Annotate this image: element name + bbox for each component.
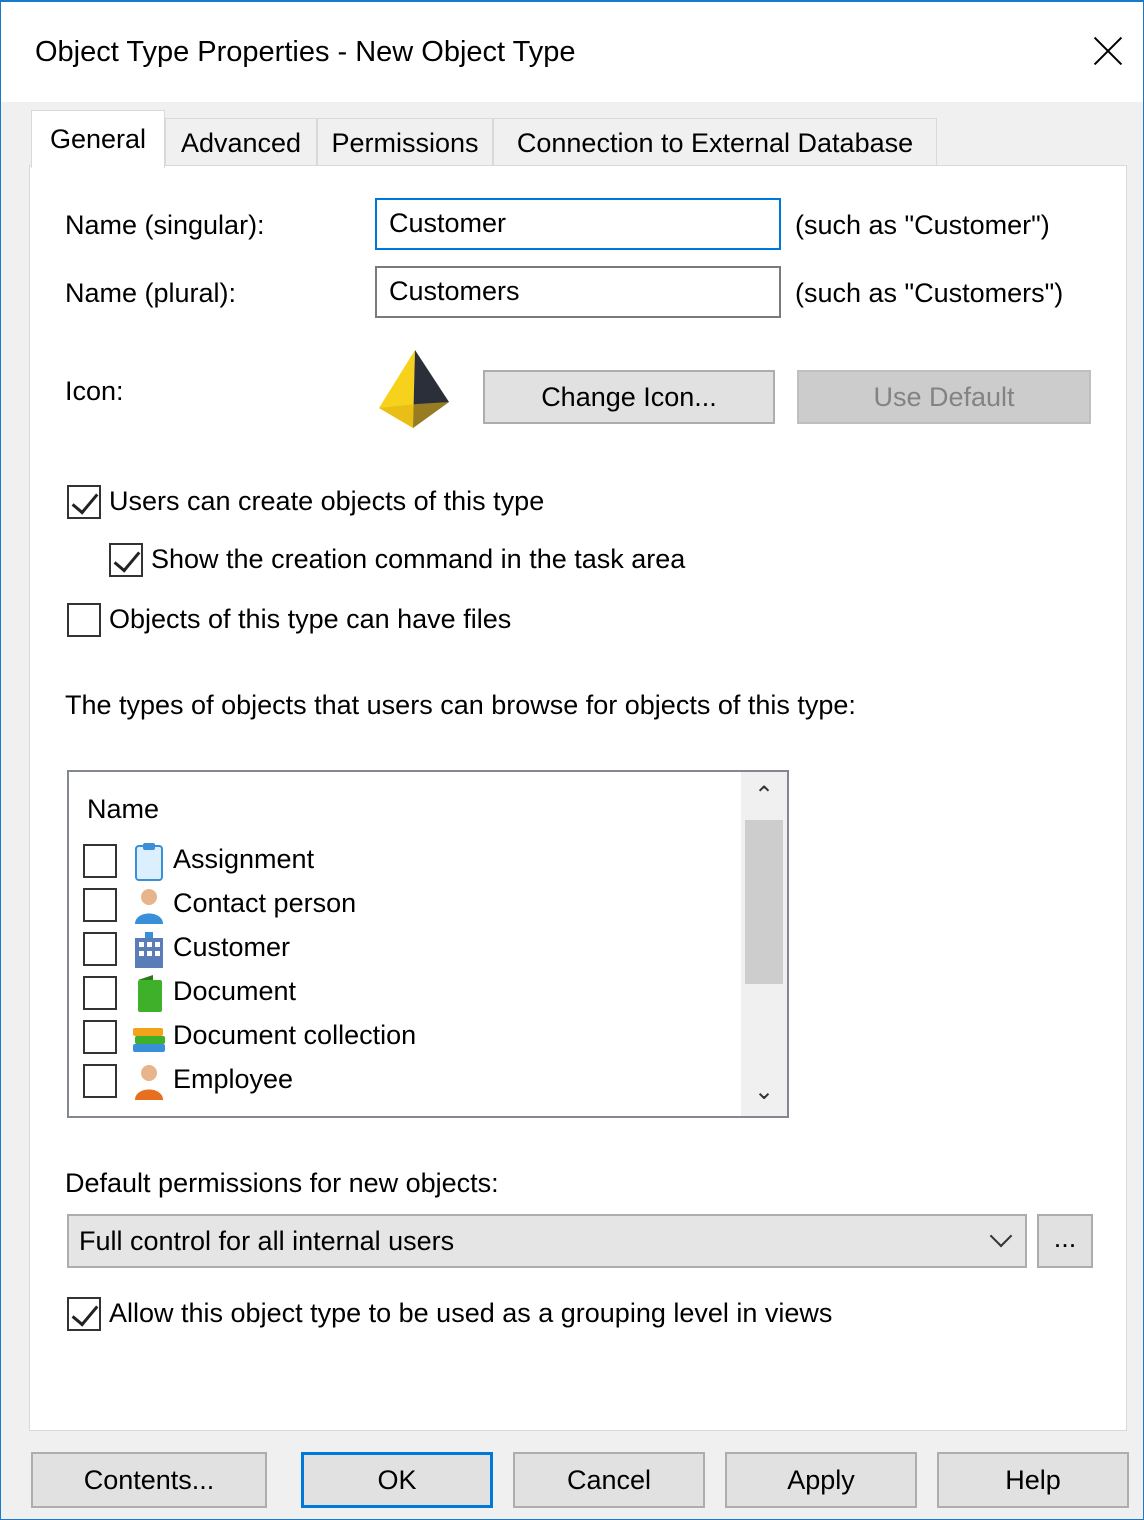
contact-person-icon [135, 889, 163, 924]
list-column-header-name[interactable]: Name [87, 794, 159, 825]
document-collection-icon [133, 1028, 165, 1052]
list-item[interactable]: Employee [83, 1060, 723, 1104]
default-permissions-value: Full control for all internal users [79, 1226, 455, 1256]
list-item-label: Document collection [173, 1020, 417, 1050]
list-item[interactable]: Document collection [83, 1016, 723, 1060]
tab-general[interactable]: General [31, 110, 165, 168]
change-icon-button[interactable]: Change Icon... [483, 370, 775, 424]
list-item-label: Contact person [173, 888, 357, 918]
show-creation-checkbox[interactable] [109, 543, 143, 577]
cancel-button[interactable]: Cancel [513, 1452, 705, 1508]
can-have-files-checkbox[interactable] [67, 603, 101, 637]
tab-permissions[interactable]: Permissions [317, 118, 493, 166]
name-plural-input[interactable]: Customers [375, 266, 781, 318]
title-bar: Object Type Properties - New Object Type [1, 2, 1143, 102]
grouping-level-label: Allow this object type to be used as a g… [109, 1298, 833, 1328]
browse-types-list[interactable]: Name Assignment Contact person Customer … [67, 770, 789, 1118]
grouping-level-checkbox[interactable] [67, 1297, 101, 1331]
show-creation-label: Show the creation command in the task ar… [151, 544, 686, 574]
tab-advanced[interactable]: Advanced [165, 118, 317, 166]
scroll-up-arrow-icon[interactable]: ⌃ [741, 772, 787, 820]
list-item-checkbox[interactable] [83, 976, 117, 1010]
contents-button[interactable]: Contents... [31, 1452, 267, 1508]
can-have-files-label: Objects of this type can have files [109, 604, 512, 634]
name-plural-label: Name (plural): [65, 278, 237, 308]
list-item-checkbox[interactable] [83, 932, 117, 966]
close-icon[interactable] [1087, 30, 1131, 74]
name-singular-input[interactable]: Customer [375, 198, 781, 250]
scroll-down-arrow-icon[interactable]: ⌄ [741, 1068, 787, 1116]
list-item-checkbox[interactable] [83, 844, 117, 878]
chevron-down-icon [989, 1224, 1013, 1248]
document-icon [138, 975, 162, 1012]
dialog-title: Object Type Properties - New Object Type [35, 36, 576, 68]
users-can-create-checkbox[interactable] [67, 485, 101, 519]
list-item[interactable]: Assignment [83, 840, 723, 884]
icon-label: Icon: [65, 376, 124, 406]
building-icon [135, 932, 163, 968]
permissions-more-button[interactable]: ... [1037, 1214, 1093, 1268]
list-item-checkbox[interactable] [83, 1064, 117, 1098]
list-item-label: Employee [173, 1064, 294, 1094]
apply-button[interactable]: Apply [725, 1452, 917, 1508]
list-item-checkbox[interactable] [83, 1020, 117, 1054]
list-item[interactable]: Customer [83, 928, 723, 972]
list-item-checkbox[interactable] [83, 888, 117, 922]
employee-icon [135, 1065, 163, 1100]
name-singular-label: Name (singular): [65, 210, 265, 240]
tab-connection-external-db[interactable]: Connection to External Database [493, 118, 937, 166]
list-item[interactable]: Contact person [83, 884, 723, 928]
browse-types-label: The types of objects that users can brow… [65, 690, 856, 720]
pyramid-icon [379, 350, 449, 428]
use-default-button[interactable]: Use Default [797, 370, 1091, 424]
users-can-create-label: Users can create objects of this type [109, 486, 545, 516]
default-permissions-select[interactable]: Full control for all internal users [67, 1214, 1027, 1268]
list-item-label: Customer [173, 932, 291, 962]
list-item-label: Document [173, 976, 297, 1006]
list-item-label: Assignment [173, 844, 315, 874]
help-button[interactable]: Help [937, 1452, 1129, 1508]
default-permissions-label: Default permissions for new objects: [65, 1168, 499, 1198]
ok-button[interactable]: OK [301, 1452, 493, 1508]
scrollbar-thumb[interactable] [745, 820, 783, 984]
dialog-window: Object Type Properties - New Object Type… [0, 0, 1144, 1520]
list-item[interactable]: Document [83, 972, 723, 1016]
list-scrollbar[interactable]: ⌃ ⌄ [741, 772, 787, 1116]
name-plural-hint: (such as "Customers") [795, 278, 1064, 308]
clipboard-icon [135, 843, 163, 881]
name-singular-hint: (such as "Customer") [795, 210, 1050, 240]
